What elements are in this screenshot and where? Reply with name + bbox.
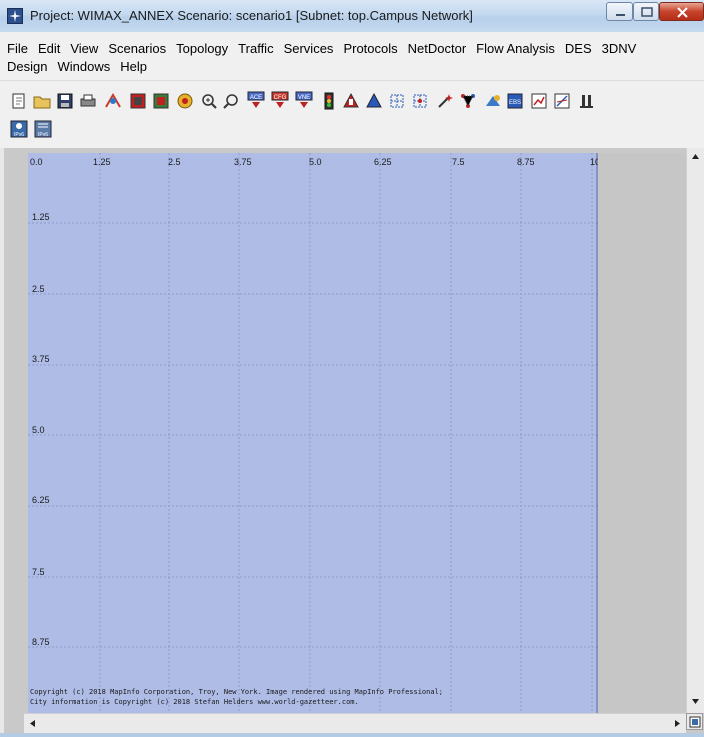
minimize-button[interactable] [606,2,633,21]
import-icon[interactable] [484,92,502,110]
x-tick-5: 6.25 [374,157,392,167]
topology-icon[interactable] [459,92,477,110]
vne-icon[interactable]: VNE [295,91,313,109]
verify-links-icon[interactable] [129,92,147,110]
scroll-down-button[interactable] [687,693,704,710]
node-status-icon[interactable] [176,92,194,110]
ace-label: ACE [250,95,262,101]
menu-view[interactable]: View [70,41,98,56]
y-tick-4: 5.0 [32,425,45,435]
scroll-up-button[interactable] [687,148,704,165]
fail-recover-icon[interactable] [152,92,170,110]
menu-design[interactable]: Design [7,59,47,74]
print-icon[interactable] [79,92,97,110]
opnet-app-icon [7,8,23,24]
x-tick-1: 1.25 [93,157,111,167]
zoom-out-icon[interactable] [222,92,240,110]
split-icon[interactable] [578,92,596,110]
y-tick-7: 8.75 [32,637,50,647]
ace-icon[interactable]: ACE [247,91,265,109]
x-tick-3: 3.75 [234,157,252,167]
ebs-label: EBS [509,100,521,106]
y-tick-5: 6.25 [32,495,50,505]
close-button[interactable] [659,2,704,21]
menu-windows[interactable]: Windows [57,59,110,74]
scroll-left-button[interactable] [24,715,41,732]
ipv6-label-1: IPv6 [14,132,24,138]
y-tick-3: 3.75 [32,354,50,364]
cfg-icon[interactable]: CFG [271,91,289,109]
map-copyright-line-1: Copyright (c) 2018 MapInfo Corporation, … [30,688,444,696]
y-tick-1: 1.25 [32,212,50,222]
window-title: Project: WIMAX_ANNEX Scenario: scenario1… [30,8,473,23]
cfg-label: CFG [274,95,287,101]
ipv6-config-icon[interactable]: IPv6 [34,120,52,138]
results-icon[interactable]: EBS [506,92,524,110]
object-palette-icon[interactable] [104,92,122,110]
maximize-button[interactable] [633,2,659,21]
vertical-scrollbar[interactable] [686,148,704,713]
x-tick-0: 0.0 [30,157,43,167]
menu-netdoctor[interactable]: NetDoctor [408,41,467,56]
menu-des[interactable]: DES [565,41,592,56]
menu-flow-analysis[interactable]: Flow Analysis [476,41,555,56]
y-tick-2: 2.5 [32,284,45,294]
scroll-right-button[interactable] [669,715,686,732]
menu-3dnv[interactable]: 3DNV [602,41,637,56]
horizontal-scrollbar[interactable] [24,713,686,733]
ipv6-label-2: IPv6 [38,132,48,138]
project-map-canvas[interactable]: 0.0 1.25 2.5 3.75 5.0 6.25 7.5 8.75 10 1… [28,153,598,713]
menu-row-1: File Edit View Scenarios Topology Traffic Serv… [7,41,646,59]
menu-file[interactable]: File [7,41,28,56]
app-window: Project: WIMAX_ANNEX Scenario: scenario1… [0,0,704,733]
map-outside-area [598,153,686,713]
menu-topology[interactable]: Topology [176,41,228,56]
graph-icon[interactable] [553,92,571,110]
map-grid [28,153,598,713]
open-folder-icon[interactable] [33,92,51,110]
x-tick-8: 10 [590,157,598,167]
menu-bar: File Edit View Scenarios Topology Traffic Serv… [0,32,704,80]
map-overview-icon[interactable] [686,713,703,730]
grid-network2-icon[interactable] [411,92,429,110]
run-sim-icon[interactable] [342,92,360,110]
grid-network-icon[interactable] [388,92,406,110]
menu-services[interactable]: Services [284,41,334,56]
triangle-icon[interactable] [365,92,383,110]
vne-label: VNE [298,95,310,101]
save-icon[interactable] [56,92,74,110]
new-project-icon[interactable] [10,92,28,110]
ipv6-node-icon[interactable]: IPv6 [10,120,28,138]
menu-protocols[interactable]: Protocols [343,41,397,56]
menu-row-2: Design Windows Help [7,59,157,77]
x-tick-7: 8.75 [517,157,535,167]
config-sim-icon[interactable] [320,92,338,110]
wand-icon[interactable] [436,92,454,110]
menu-edit[interactable]: Edit [38,41,60,56]
zoom-in-icon[interactable] [200,92,218,110]
menu-traffic[interactable]: Traffic [238,41,273,56]
x-tick-4: 5.0 [309,157,322,167]
x-tick-6: 7.5 [452,157,465,167]
toolbar: ACE CFG VNE EBS IPv6 IPv6 [0,80,704,143]
menu-help[interactable]: Help [120,59,147,74]
map-copyright-line-2: City information is Copyright (c) 2018 S… [30,698,359,706]
x-tick-2: 2.5 [168,157,181,167]
y-tick-6: 7.5 [32,567,45,577]
menu-scenarios[interactable]: Scenarios [108,41,166,56]
view-results-icon[interactable] [530,92,548,110]
title-bar: Project: WIMAX_ANNEX Scenario: scenario1… [0,0,704,33]
